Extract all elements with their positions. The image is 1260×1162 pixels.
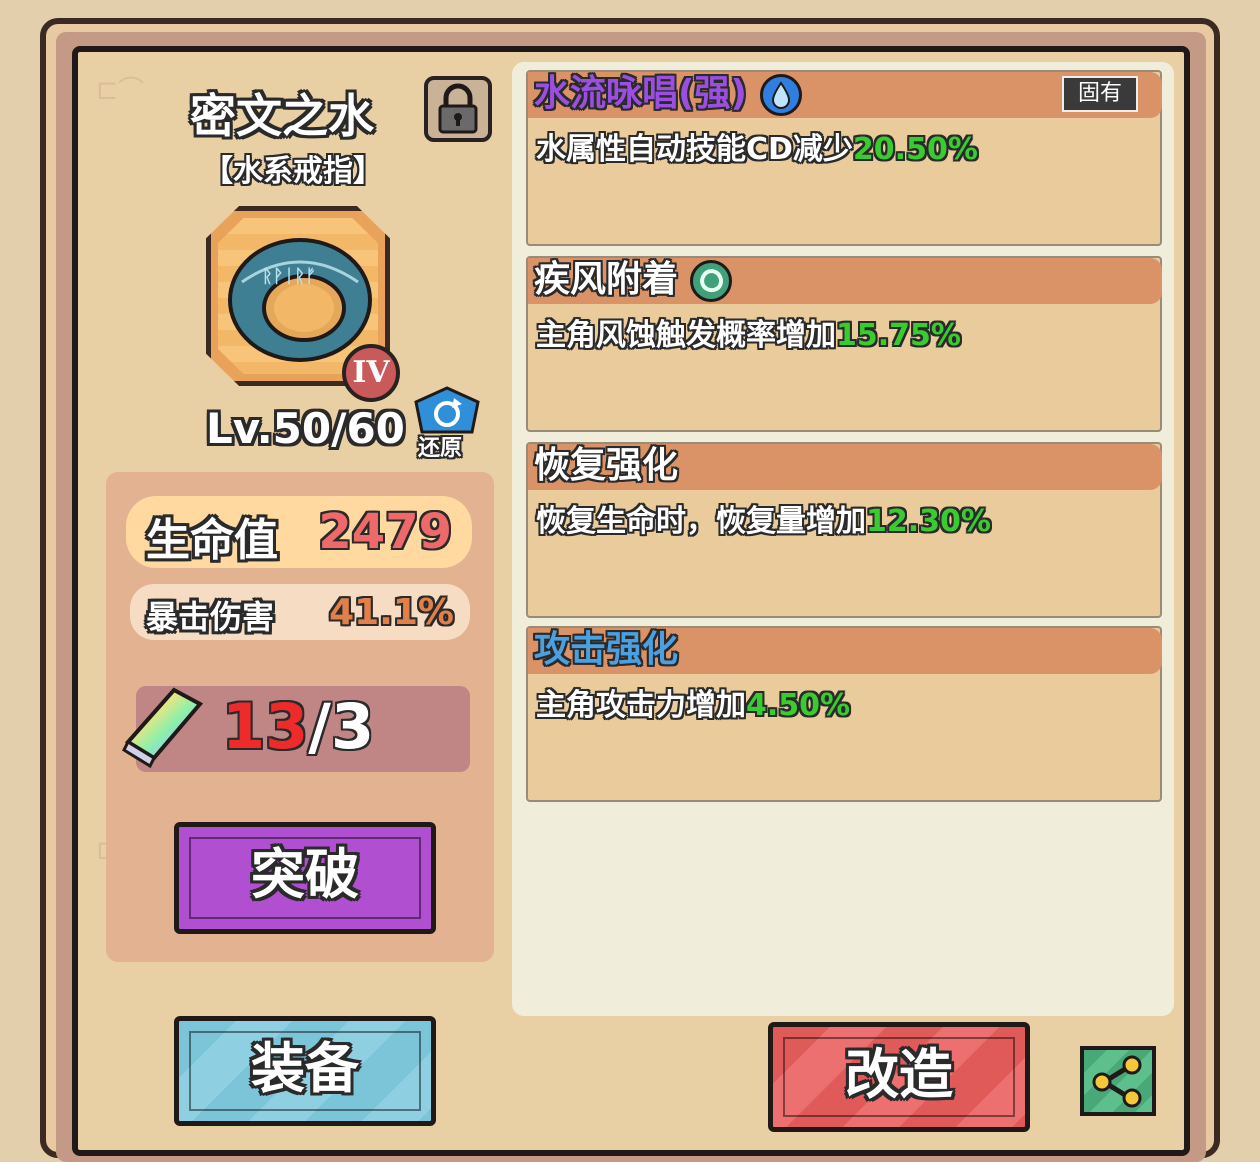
skill-description-text: 水属性自动技能CD减少 xyxy=(536,132,853,167)
skill-description: 恢复生命时，恢复量增加12.30% xyxy=(536,496,991,540)
skill-percent: 4.50% xyxy=(746,688,851,723)
breakthrough-button[interactable]: 突破 xyxy=(174,822,436,934)
equip-button-label: 装备 xyxy=(251,1037,359,1100)
skill-name: 水流咏唱(强) xyxy=(534,73,747,114)
skill-percent: 12.30% xyxy=(866,504,991,539)
lock-icon xyxy=(438,83,478,134)
innate-tag: 固有 xyxy=(1062,76,1138,112)
water-drop-icon xyxy=(760,74,802,116)
skill-name: 疾风附着 xyxy=(534,259,679,300)
item-type: 【水系戒指】 xyxy=(203,154,383,189)
equip-button[interactable]: 装备 xyxy=(174,1016,436,1126)
skill-description-text: 主角攻击力增加 xyxy=(536,688,746,723)
crit-damage-label: 暴击伤害 xyxy=(146,598,275,636)
decorative-rune: ⊏⌒ xyxy=(96,76,145,106)
breakthrough-stone-count: 13/3 xyxy=(222,690,374,763)
skill-description-text: 主角风蚀触发概率增加 xyxy=(536,318,836,353)
crit-damage-value: 41.1% xyxy=(329,592,454,633)
modify-button[interactable]: 改造 xyxy=(768,1022,1030,1132)
lock-button[interactable] xyxy=(424,76,492,142)
skill-card: 疾风附着 主角风蚀触发概率增加15.75% xyxy=(526,256,1162,432)
rank-badge: IV xyxy=(342,344,400,402)
wind-swirl-icon xyxy=(690,260,732,302)
restore-label: 还原 xyxy=(418,436,463,461)
skill-description-text: 恢复生命时，恢复量增加 xyxy=(536,504,866,539)
svg-text:ᚱᚹᛁᚱᚠ: ᚱᚹᛁᚱᚠ xyxy=(262,266,316,287)
skill-card: 水流咏唱(强) 固有 水属性自动技能CD减少20.50% xyxy=(526,70,1162,246)
skill-percent: 20.50% xyxy=(852,132,978,167)
skill-description: 主角风蚀触发概率增加15.75% xyxy=(536,310,961,354)
skill-description: 主角攻击力增加4.50% xyxy=(536,680,850,724)
stone-separator: / xyxy=(308,690,331,763)
skill-description: 水属性自动技能CD减少20.50% xyxy=(536,124,978,168)
hp-label: 生命值 xyxy=(146,515,278,566)
hp-value: 2479 xyxy=(318,504,452,560)
skill-name: 攻击强化 xyxy=(534,629,679,670)
item-name: 密文之水 xyxy=(190,89,374,143)
skill-card: 恢复强化 恢复生命时，恢复量增加12.30% xyxy=(526,442,1162,618)
share-button[interactable] xyxy=(1080,1046,1156,1116)
breakthrough-button-label: 突破 xyxy=(251,843,359,906)
skill-card: 攻击强化 主角攻击力增加4.50% xyxy=(526,626,1162,802)
stone-required: 3 xyxy=(330,690,375,763)
modify-button-label: 改造 xyxy=(845,1043,953,1106)
stone-current: 13 xyxy=(222,690,309,763)
skill-name: 恢复强化 xyxy=(534,445,679,486)
share-icon xyxy=(1092,1055,1142,1108)
skill-percent: 15.75% xyxy=(836,318,961,353)
item-level: Lv.50/60 xyxy=(206,404,405,453)
rainbow-crystal-icon xyxy=(122,687,204,769)
